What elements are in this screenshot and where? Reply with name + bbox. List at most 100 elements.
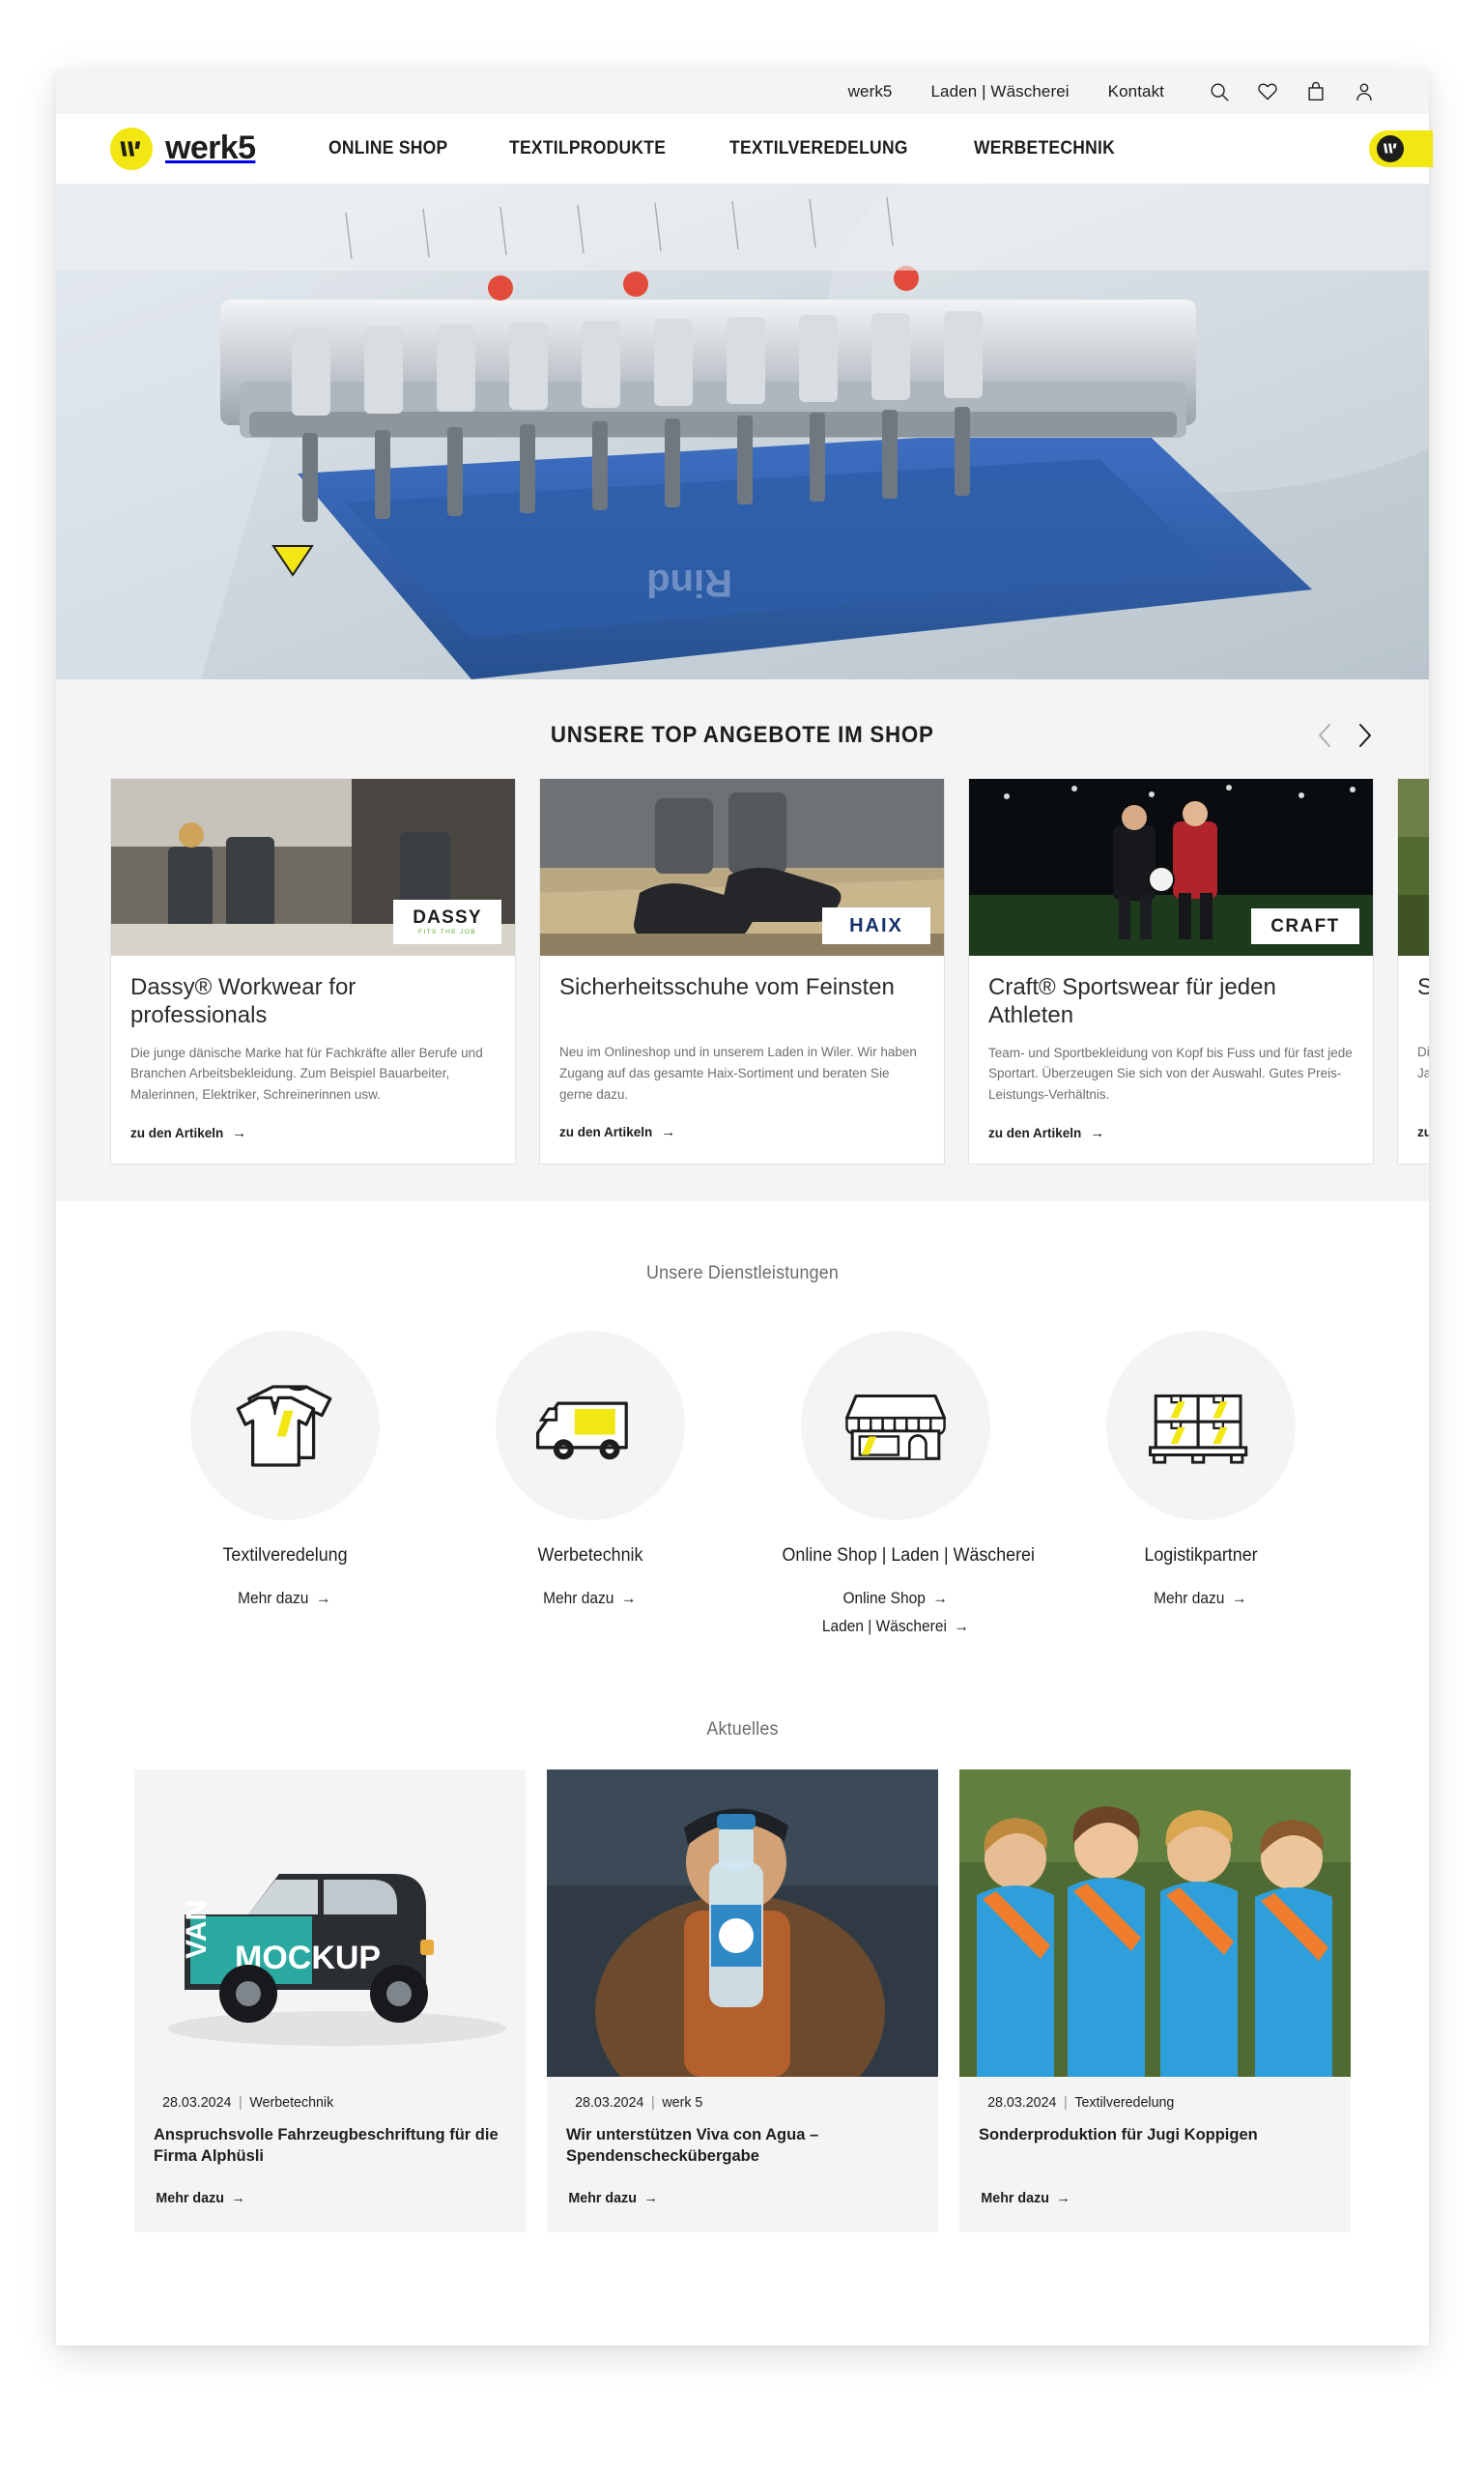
news-category: Textilveredelung <box>1074 2093 1175 2111</box>
arrow-right-icon: → <box>232 1124 247 1141</box>
nav-link-textilveredelung[interactable]: TEXTILVEREDELUNG <box>729 138 908 159</box>
werk5-side-tab-icon <box>1377 134 1404 162</box>
heart-icon[interactable] <box>1257 81 1278 102</box>
news-meta-separator: | <box>239 2093 243 2111</box>
news-image-jugi-koppigen <box>959 1769 1351 2077</box>
carousel-controls <box>1315 721 1375 750</box>
news-meta: 28.03.2024 | Werbetechnik <box>162 2094 498 2111</box>
arrow-right-icon: → <box>316 1589 331 1607</box>
news-link[interactable]: Mehr dazu → <box>568 2190 657 2206</box>
offer-title: Craft® Sportswear für jeden Athleten <box>988 974 1276 1029</box>
news-body: 28.03.2024 | Textilveredelung Sonderproduk… <box>959 2077 1351 2232</box>
services-grid: Textilveredelung Mehr dazu → Werbetechni… <box>110 1330 1375 1636</box>
service-item-werbetechnik[interactable]: Werbetechnik Mehr dazu → <box>470 1330 711 1636</box>
services-kicker: Unsere Dienstleistungen <box>646 1262 839 1283</box>
service-label: Online Shop | Laden | Wäscherei <box>782 1544 1035 1566</box>
service-item-textilveredelung[interactable]: Textilveredelung Mehr dazu → <box>164 1330 406 1636</box>
shop-storefront-icon <box>844 1394 946 1460</box>
offer-card[interactable]: Switcher® Respect Die Schweizer Marke fü… <box>1397 778 1429 1165</box>
offer-body: Sicherheitsschuhe vom Feinsten Neu im On… <box>540 956 944 1163</box>
offer-card[interactable]: CRAFT Craft® Sportswear für jeden Athlet… <box>968 778 1374 1165</box>
arrow-right-icon: → <box>1056 2189 1070 2206</box>
service-label: Werbetechnik <box>537 1544 642 1566</box>
brand-badge-name: CRAFT <box>1270 916 1340 936</box>
carousel-prev-icon[interactable] <box>1315 721 1336 750</box>
utility-link-kontakt[interactable]: Kontakt <box>1108 82 1164 101</box>
service-item-logistikpartner[interactable]: Logistikpartner Mehr dazu → <box>1080 1330 1322 1636</box>
brand-badge-craft: CRAFT <box>1251 908 1359 944</box>
brand-badge-tagline: FITS THE JOB <box>417 928 477 935</box>
site-logo[interactable]: werk5 <box>110 127 256 170</box>
shopping-bag-icon[interactable] <box>1305 81 1327 102</box>
service-link[interactable]: Online Shop → <box>842 1590 947 1608</box>
news-image-van: VAN MOCKUP <box>134 1769 526 2077</box>
arrow-right-icon: → <box>661 1124 676 1140</box>
werk5-side-tab[interactable] <box>1369 129 1433 167</box>
offer-title: Sicherheitsschuhe vom Feinsten <box>559 974 895 1000</box>
delivery-van-icon <box>535 1401 628 1459</box>
main-navigation: werk5 ONLINE SHOP TEXTILPRODUKTE TEXTILV… <box>56 114 1433 184</box>
nav-link-textilprodukte[interactable]: TEXTILPRODUKTE <box>509 138 666 159</box>
news-link[interactable]: Mehr dazu → <box>981 2190 1070 2206</box>
news-image-viva-con-agua <box>547 1769 938 2077</box>
news-title: Wir unterstützen Viva con Agua – Spenden… <box>566 2125 819 2166</box>
offer-image-haix: HAIX <box>540 779 944 956</box>
nav-link-online-shop[interactable]: ONLINE SHOP <box>328 138 447 159</box>
service-link[interactable]: Mehr dazu → <box>238 1590 330 1608</box>
offer-title: Dassy® Workwear for professionals <box>130 974 357 1029</box>
service-link[interactable]: Laden | Wäscherei → <box>821 1618 968 1636</box>
news-meta-separator: | <box>651 2093 655 2111</box>
utility-link-werk5[interactable]: werk5 <box>848 82 893 101</box>
service-label: Textilveredelung <box>221 1544 348 1566</box>
carousel-next-icon[interactable] <box>1354 721 1375 750</box>
logo-wordmark: werk5 <box>165 129 256 166</box>
arrow-right-icon: → <box>954 1617 969 1635</box>
offer-description: Die Schweizer Marke für Basicbekleidung … <box>1417 1045 1429 1080</box>
news-link-label: Mehr dazu <box>568 2189 637 2206</box>
offer-link[interactable]: zu den Artikeln → <box>1417 1125 1429 1139</box>
brand-badge-haix: HAIX <box>822 907 930 944</box>
service-icon-wrap <box>189 1330 380 1520</box>
offer-card[interactable]: HAIX Sicherheitsschuhe vom Feinsten Neu … <box>539 778 945 1165</box>
offer-link[interactable]: zu den Artikeln → <box>130 1126 246 1140</box>
news-kicker: Aktuelles <box>706 1718 779 1740</box>
arrow-right-icon: → <box>932 1589 948 1607</box>
offer-body: Switcher® Respect Die Schweizer Marke fü… <box>1398 956 1429 1163</box>
offer-link[interactable]: zu den Artikeln → <box>988 1126 1104 1140</box>
news-card[interactable]: VAN MOCKUP 28.03.2024 | Werbetechnik Anspr… <box>134 1769 526 2232</box>
brand-badge-name: HAIX <box>849 915 903 936</box>
offer-link-label: zu den Artikeln <box>130 1125 224 1140</box>
news-meta: 28.03.2024 | werk 5 <box>575 2094 910 2111</box>
service-label: Logistikpartner <box>1143 1544 1258 1566</box>
nav-link-group: ONLINE SHOP TEXTILPRODUKTE TEXTILVEREDEL… <box>328 138 1127 159</box>
offer-image-dassy: DASSY FITS THE JOB <box>111 779 515 956</box>
service-link-group: Mehr dazu → <box>1080 1590 1322 1608</box>
service-icon-wrap <box>800 1330 990 1520</box>
service-link-label: Mehr dazu <box>238 1589 309 1607</box>
service-link[interactable]: Mehr dazu → <box>1154 1590 1246 1608</box>
site-window: werk5 Laden | Wäscherei Kontakt werk5 ON… <box>56 70 1433 2345</box>
user-account-icon[interactable] <box>1354 81 1375 102</box>
news-body: 28.03.2024 | werk 5 Wir unterstützen Viva … <box>547 2077 938 2232</box>
arrow-right-icon: → <box>1232 1589 1247 1607</box>
news-meta: 28.03.2024 | Textilveredelung <box>987 2094 1323 2111</box>
offer-link[interactable]: zu den Artikeln → <box>559 1125 675 1139</box>
news-meta-separator: | <box>1064 2093 1068 2111</box>
arrow-right-icon: → <box>621 1589 637 1607</box>
utility-link-laden-waescherei[interactable]: Laden | Wäscherei <box>931 82 1070 101</box>
service-item-shop[interactable]: Online Shop | Laden | Wäscherei Online S… <box>775 1330 1035 1636</box>
offer-image-switcher <box>1398 779 1429 956</box>
offer-description: Die junge dänische Marke hat für Fachkrä… <box>130 1045 483 1103</box>
news-card[interactable]: 28.03.2024 | Textilveredelung Sonderproduk… <box>959 1769 1351 2232</box>
offers-carousel-track[interactable]: DASSY FITS THE JOB Dassy® Workwear for p… <box>56 778 1429 1165</box>
news-link[interactable]: Mehr dazu → <box>156 2190 244 2206</box>
news-category: Werbetechnik <box>249 2093 334 2111</box>
offer-link-label: zu den Artikeln <box>559 1125 653 1139</box>
arrow-right-icon: → <box>231 2189 245 2206</box>
news-card[interactable]: 28.03.2024 | werk 5 Wir unterstützen Viva … <box>547 1769 938 2232</box>
nav-link-werbetechnik[interactable]: WERBETECHNIK <box>974 138 1115 159</box>
service-link[interactable]: Mehr dazu → <box>543 1590 636 1608</box>
search-icon[interactable] <box>1209 81 1230 102</box>
news-date: 28.03.2024 <box>575 2093 644 2111</box>
offer-card[interactable]: DASSY FITS THE JOB Dassy® Workwear for p… <box>110 778 516 1165</box>
